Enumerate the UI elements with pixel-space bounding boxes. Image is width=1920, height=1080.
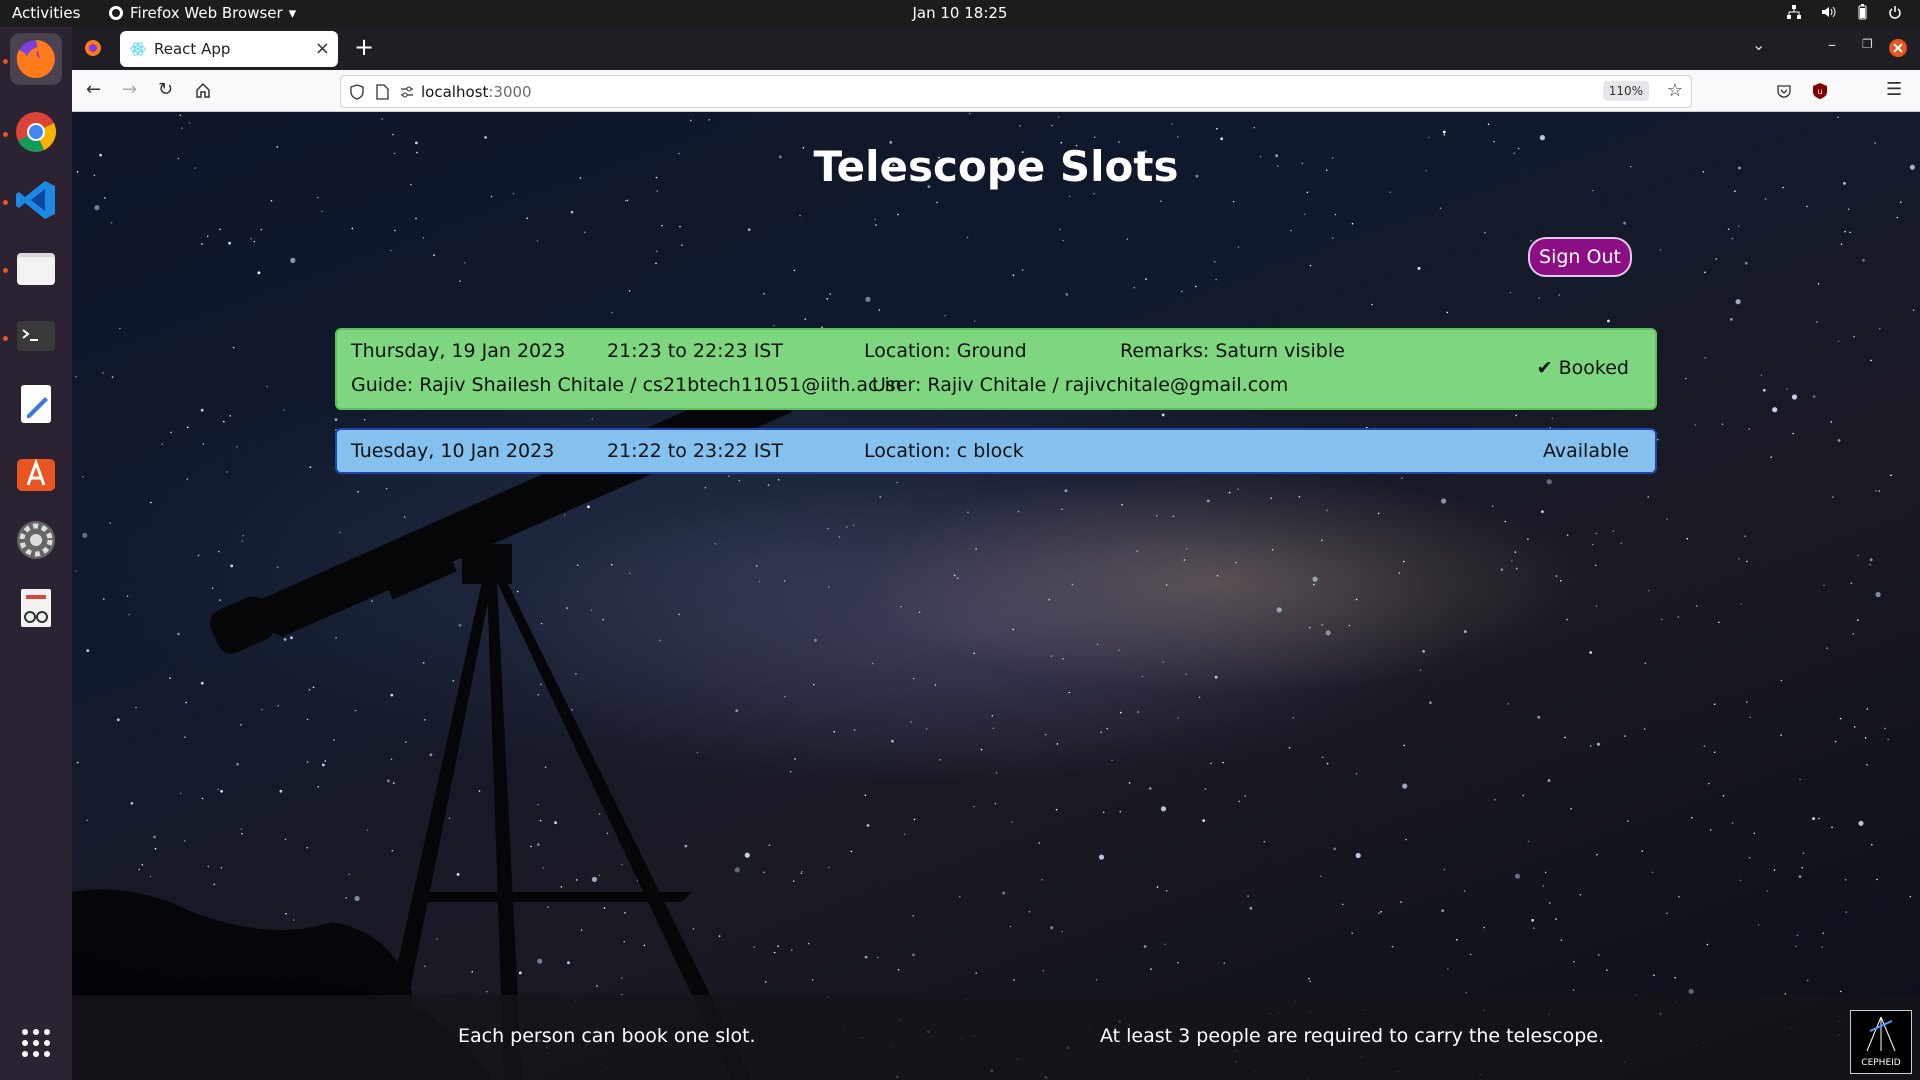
system-top-bar: Activities Firefox Web Browser ▾ Jan 10 … [0, 0, 1920, 27]
system-tray[interactable] [1786, 4, 1902, 20]
menu-icon[interactable]: ☰ [1886, 79, 1902, 100]
tab-react-app[interactable]: React App × [120, 31, 338, 67]
pocket-icon[interactable] [1776, 83, 1792, 99]
footer-notes: Each person can book one slot. At least … [72, 995, 1920, 1080]
app-menu[interactable]: Firefox Web Browser ▾ [108, 4, 296, 22]
slot-user: User: Rajiv Chitale / rajivchitale@gmail… [872, 374, 1289, 396]
slot-time: 21:23 to 22:23 IST [607, 340, 783, 362]
slot-card-available[interactable]: Tuesday, 10 Jan 2023 21:22 to 23:22 IST … [335, 428, 1657, 474]
reload-icon[interactable]: ↻ [158, 79, 173, 100]
chevron-down-icon: ▾ [288, 4, 297, 22]
vscode-icon[interactable] [10, 174, 62, 226]
slot-card-booked[interactable]: Thursday, 19 Jan 2023 21:23 to 22:23 IST… [335, 328, 1657, 410]
shield-icon[interactable] [349, 83, 365, 100]
slot-status-available: Available [1542, 440, 1629, 462]
firefox-icon[interactable] [10, 33, 62, 85]
power-icon [1889, 6, 1901, 19]
slot-status-booked: ✔ Booked [1536, 357, 1629, 379]
files-icon[interactable] [10, 242, 62, 294]
navigation-toolbar: ← → ↻ localhost:3000 110% ☆ u ☰ [72, 70, 1920, 112]
slot-location: Location: Ground [864, 340, 1027, 362]
close-window-icon[interactable] [1888, 38, 1908, 58]
volume-icon [1822, 6, 1836, 18]
tab-title: React App [154, 40, 231, 58]
url-port: :3000 [488, 82, 532, 101]
terminal-icon[interactable] [10, 310, 62, 362]
new-tab-button[interactable]: + [354, 33, 374, 61]
page-content: Telescope Slots Sign Out Thursday, 19 Ja… [72, 112, 1920, 1080]
firefox-view-icon[interactable] [84, 39, 102, 57]
slot-remarks: Remarks: Saturn visible [1120, 340, 1345, 362]
restore-icon[interactable]: ❐ [1862, 37, 1873, 51]
slot-date: Thursday, 19 Jan 2023 [351, 340, 566, 362]
slot-time: 21:22 to 23:22 IST [607, 440, 783, 462]
address-bar[interactable]: localhost:3000 110% ☆ [340, 75, 1692, 108]
grid-icon[interactable] [10, 1017, 62, 1069]
url-host: localhost [421, 82, 489, 101]
forward-icon[interactable]: → [122, 79, 137, 100]
app-menu-label: Firefox Web Browser [130, 4, 283, 22]
network-icon [1787, 5, 1801, 19]
running-indicator [3, 132, 8, 137]
react-icon [130, 42, 146, 56]
observatory-logo-icon [1866, 1016, 1896, 1052]
svg-text:u: u [1817, 87, 1822, 96]
logo-text: CEPHEID [1861, 1058, 1901, 1068]
app-store-icon[interactable] [10, 446, 62, 498]
slot-guide: Guide: Rajiv Shailesh Chitale / cs21btec… [351, 374, 902, 396]
running-indicator [3, 336, 8, 341]
firefox-window: React App × + ⌄ – ❐ ← → ↻ localhost:3000… [72, 27, 1920, 1080]
minimize-icon[interactable]: – [1828, 35, 1836, 54]
clock[interactable]: Jan 10 18:25 [913, 4, 1008, 22]
bookmark-star-icon[interactable]: ☆ [1667, 80, 1683, 101]
battery-icon [1858, 4, 1867, 20]
close-tab-icon[interactable]: × [315, 38, 330, 59]
sign-out-button[interactable]: Sign Out [1528, 237, 1632, 277]
permissions-icon[interactable] [399, 84, 415, 100]
zoom-level[interactable]: 110% [1602, 81, 1649, 101]
footer-note-right: At least 3 people are required to carry … [1100, 1025, 1605, 1047]
tab-strip: React App × + ⌄ – ❐ [72, 27, 1920, 70]
slot-location: Location: c block [864, 440, 1024, 462]
activities-button[interactable]: Activities [12, 4, 80, 22]
page-icon[interactable] [375, 83, 389, 100]
chrome-icon[interactable] [10, 106, 62, 158]
document-viewer-icon[interactable] [10, 582, 62, 634]
cepheid-logo: CEPHEID [1850, 1010, 1912, 1074]
running-indicator [3, 268, 8, 273]
footer-note-left: Each person can book one slot. [458, 1025, 756, 1047]
slot-date: Tuesday, 10 Jan 2023 [351, 440, 555, 462]
text-editor-icon[interactable] [10, 378, 62, 430]
running-indicator [3, 59, 8, 64]
list-all-tabs-icon[interactable]: ⌄ [1752, 35, 1765, 54]
telescope-silhouette [72, 364, 824, 1080]
settings-icon[interactable] [10, 514, 62, 566]
ublock-icon[interactable]: u [1812, 82, 1828, 100]
firefox-small-icon [109, 6, 123, 20]
home-icon[interactable] [195, 82, 211, 98]
page-title: Telescope Slots [813, 142, 1179, 191]
running-indicator [3, 200, 8, 205]
dock [0, 27, 72, 1080]
back-icon[interactable]: ← [86, 79, 101, 100]
